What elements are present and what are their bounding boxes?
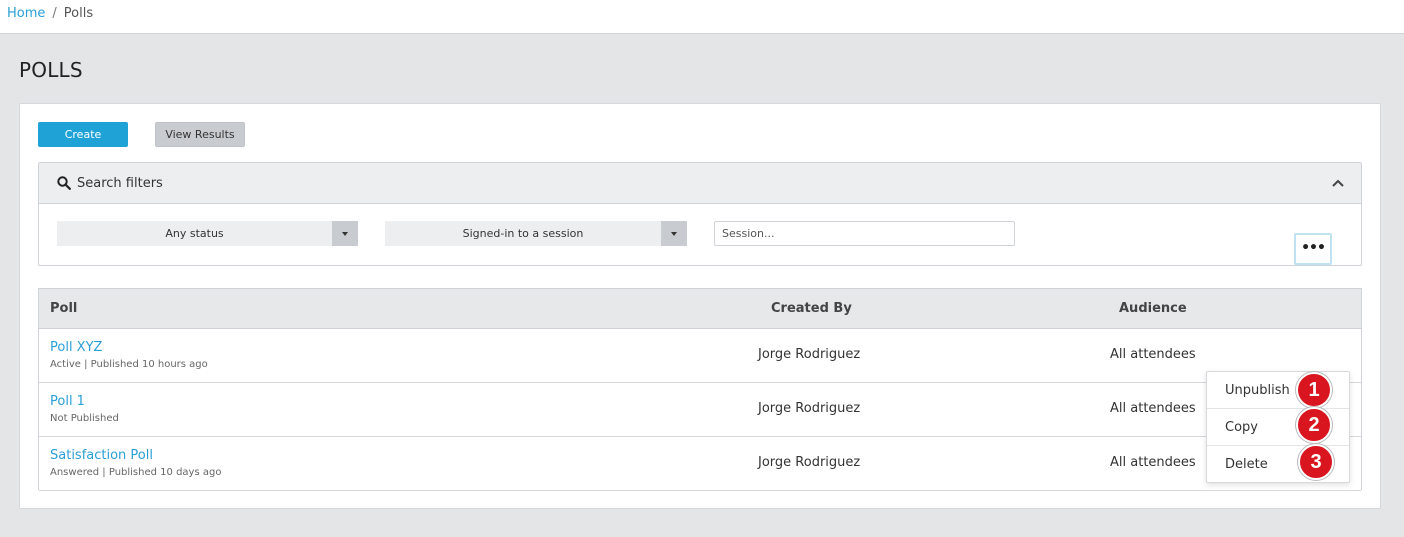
status-select-value: Any status (165, 227, 224, 240)
audience-cell: All attendees (1110, 401, 1196, 416)
created-by-cell: Jorge Rodriguez (758, 347, 861, 362)
table-row: Satisfaction Poll Answered | Published 1… (39, 437, 1361, 491)
column-header-poll[interactable]: Poll (50, 301, 77, 316)
search-filters-panel: Search filters Any status Signed-in to a… (38, 162, 1362, 266)
search-filters-header[interactable]: Search filters (39, 163, 1361, 204)
menu-item-label: Copy (1225, 420, 1258, 435)
session-input[interactable] (714, 221, 1015, 246)
poll-status-text: Answered | Published 10 days ago (50, 467, 222, 478)
audience-cell: All attendees (1110, 455, 1196, 470)
poll-name-link[interactable]: Poll 1 (50, 394, 85, 409)
breadcrumb-separator: / (52, 6, 57, 21)
table-row: Poll 1 Not Published Jorge Rodriguez All… (39, 383, 1361, 437)
callout-badge: 3 (1298, 444, 1334, 480)
polls-table: Poll Created By Audience Poll XYZ Active… (38, 288, 1362, 491)
page-title: POLLS (19, 58, 83, 82)
menu-item-label: Unpublish (1225, 383, 1290, 398)
callout-badge: 1 (1296, 372, 1332, 408)
table-row: Poll XYZ Active | Published 10 hours ago… (39, 329, 1361, 383)
more-dots-icon: ••• (1301, 240, 1326, 256)
breadcrumb-home-link[interactable]: Home (7, 6, 45, 21)
column-header-created-by[interactable]: Created By (771, 301, 852, 316)
create-button[interactable]: Create (38, 122, 128, 147)
signin-select-value: Signed-in to a session (462, 227, 584, 240)
callout-badge: 2 (1296, 407, 1332, 443)
caret-down-icon (332, 221, 358, 246)
created-by-cell: Jorge Rodriguez (758, 401, 861, 416)
poll-status-text: Active | Published 10 hours ago (50, 359, 208, 370)
column-header-audience[interactable]: Audience (1119, 301, 1187, 316)
audience-cell: All attendees (1110, 347, 1196, 362)
top-bar: Home / Polls (0, 0, 1404, 34)
row-actions-button[interactable]: ••• (1294, 233, 1332, 265)
breadcrumb: Home / Polls (7, 6, 93, 21)
created-by-cell: Jorge Rodriguez (758, 455, 861, 470)
polls-card: Create View Results Search filters Any s… (19, 103, 1381, 509)
view-results-button[interactable]: View Results (155, 122, 245, 147)
status-select[interactable]: Any status (57, 221, 358, 246)
menu-item-label: Delete (1225, 457, 1268, 472)
poll-name-link[interactable]: Satisfaction Poll (50, 448, 153, 463)
search-icon (57, 176, 71, 190)
poll-status-text: Not Published (50, 413, 119, 424)
breadcrumb-current: Polls (63, 6, 94, 21)
poll-name-link[interactable]: Poll XYZ (50, 340, 102, 355)
signin-select[interactable]: Signed-in to a session (385, 221, 687, 246)
table-header: Poll Created By Audience (39, 289, 1361, 329)
search-filters-title: Search filters (77, 176, 163, 191)
chevron-up-icon[interactable] (1331, 177, 1345, 189)
caret-down-icon (661, 221, 687, 246)
